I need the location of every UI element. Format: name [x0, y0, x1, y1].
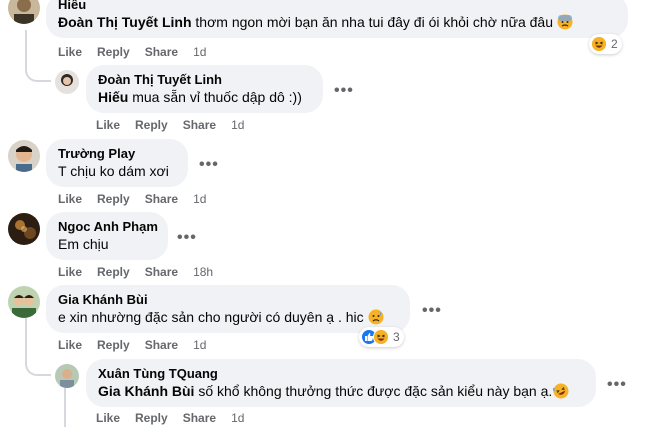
comment-text: e xin nhường đặc sản cho người có duyên … — [58, 308, 398, 327]
timestamp[interactable]: 1d — [193, 338, 206, 352]
avatar[interactable] — [55, 364, 79, 388]
reaction-summary[interactable]: 3 — [359, 327, 404, 347]
anxious-face-with-sweat-icon — [557, 14, 573, 30]
reply-button[interactable]: Reply — [97, 338, 130, 352]
comment-bubble: Hiếu Đoàn Thị Tuyết Linh thơm ngon mời b… — [46, 0, 628, 38]
comment-bubble: Ngoc Anh Phạm Em chịu — [46, 212, 168, 260]
reaction-count: 3 — [393, 330, 400, 344]
comment-author[interactable]: Xuân Tùng TQuang — [98, 366, 584, 382]
reply-button[interactable]: Reply — [97, 192, 130, 206]
reaction-summary[interactable]: 2 — [589, 34, 622, 54]
rolling-laughing-face-icon — [553, 383, 569, 399]
share-button[interactable]: Share — [183, 411, 216, 425]
comment-text: Gia Khánh Bùi số khổ không thưởng thức đ… — [98, 382, 584, 401]
laughing-face-icon — [591, 36, 607, 52]
comment-actions: Like Reply Share 1d — [58, 192, 221, 206]
comment-bubble: Trường Play T chịu ko dám xơi — [46, 139, 188, 187]
more-options-icon[interactable]: ••• — [199, 157, 219, 173]
comment-bubble: Gia Khánh Bùi e xin nhường đặc sản cho n… — [46, 285, 410, 333]
share-button[interactable]: Share — [145, 45, 178, 59]
comment-text: Đoàn Thị Tuyết Linh thơm ngon mời bạn ăn… — [58, 13, 616, 32]
avatar[interactable] — [8, 213, 40, 245]
comment-actions: Like Reply Share 1d — [96, 118, 259, 132]
comment-body: thơm ngon mời bạn ăn nha tui đây đi ói k… — [191, 14, 553, 30]
more-options-icon[interactable]: ••• — [607, 377, 627, 393]
comment-body: số khổ không thưởng thức được đặc sản ki… — [194, 383, 553, 399]
comment-bubble: Đoàn Thị Tuyết Linh Hiếu mua sẵn vỉ thuố… — [86, 65, 323, 113]
laughing-face-icon — [373, 329, 389, 345]
timestamp[interactable]: 1d — [231, 118, 244, 132]
comment-actions: Like Reply Share 1d — [58, 338, 221, 352]
avatar[interactable] — [8, 140, 40, 172]
mention-link[interactable]: Gia Khánh Bùi — [98, 383, 194, 399]
reply-button[interactable]: Reply — [97, 265, 130, 279]
comment-body: e xin nhường đặc sản cho người có duyên … — [58, 309, 364, 325]
thread-line — [25, 318, 27, 358]
mention-link[interactable]: Đoàn Thị Tuyết Linh — [58, 14, 192, 30]
reaction-count: 2 — [611, 37, 618, 51]
share-button[interactable]: Share — [145, 265, 178, 279]
like-button[interactable]: Like — [58, 192, 82, 206]
thread-connector — [25, 354, 51, 376]
like-button[interactable]: Like — [58, 265, 82, 279]
more-options-icon[interactable]: ••• — [422, 303, 442, 319]
avatar[interactable] — [55, 70, 79, 94]
comment-actions: Like Reply Share 18h — [58, 265, 228, 279]
timestamp[interactable]: 1d — [193, 45, 206, 59]
like-button[interactable]: Like — [96, 411, 120, 425]
avatar[interactable] — [8, 0, 40, 24]
comment-author[interactable]: Gia Khánh Bùi — [58, 292, 398, 308]
comment-author[interactable]: Trường Play — [58, 146, 176, 162]
comment-actions: Like Reply Share 1d — [96, 411, 259, 425]
timestamp[interactable]: 1d — [231, 411, 244, 425]
comment-author[interactable]: Hiếu — [58, 0, 616, 13]
share-button[interactable]: Share — [145, 338, 178, 352]
more-options-icon[interactable]: ••• — [177, 230, 197, 246]
timestamp[interactable]: 1d — [193, 192, 206, 206]
comment-text: Hiếu mua sẵn vỉ thuốc dập dô :)) — [98, 88, 311, 107]
comment-author[interactable]: Đoàn Thị Tuyết Linh — [98, 72, 311, 88]
like-button[interactable]: Like — [58, 45, 82, 59]
comment-body: mua sẵn vỉ thuốc dập dô :)) — [128, 89, 302, 105]
like-button[interactable]: Like — [58, 338, 82, 352]
timestamp[interactable]: 18h — [193, 265, 213, 279]
more-options-icon[interactable]: ••• — [334, 83, 354, 99]
thread-connector — [25, 62, 51, 82]
sad-sweat-face-icon — [368, 309, 384, 325]
comment-actions: Like Reply Share 1d — [58, 45, 221, 59]
reply-button[interactable]: Reply — [97, 45, 130, 59]
like-button[interactable]: Like — [96, 118, 120, 132]
comment-text: T chịu ko dám xơi — [58, 163, 169, 179]
reply-button[interactable]: Reply — [135, 118, 168, 132]
share-button[interactable]: Share — [145, 192, 178, 206]
avatar[interactable] — [8, 286, 40, 318]
share-button[interactable]: Share — [183, 118, 216, 132]
comment-text: Em chịu — [58, 236, 109, 252]
comment-bubble: Xuân Tùng TQuang Gia Khánh Bùi số khổ kh… — [86, 359, 596, 407]
thread-line — [64, 388, 66, 427]
mention-link[interactable]: Hiếu — [98, 89, 128, 105]
reply-button[interactable]: Reply — [135, 411, 168, 425]
comment-author[interactable]: Ngoc Anh Phạm — [58, 219, 158, 235]
